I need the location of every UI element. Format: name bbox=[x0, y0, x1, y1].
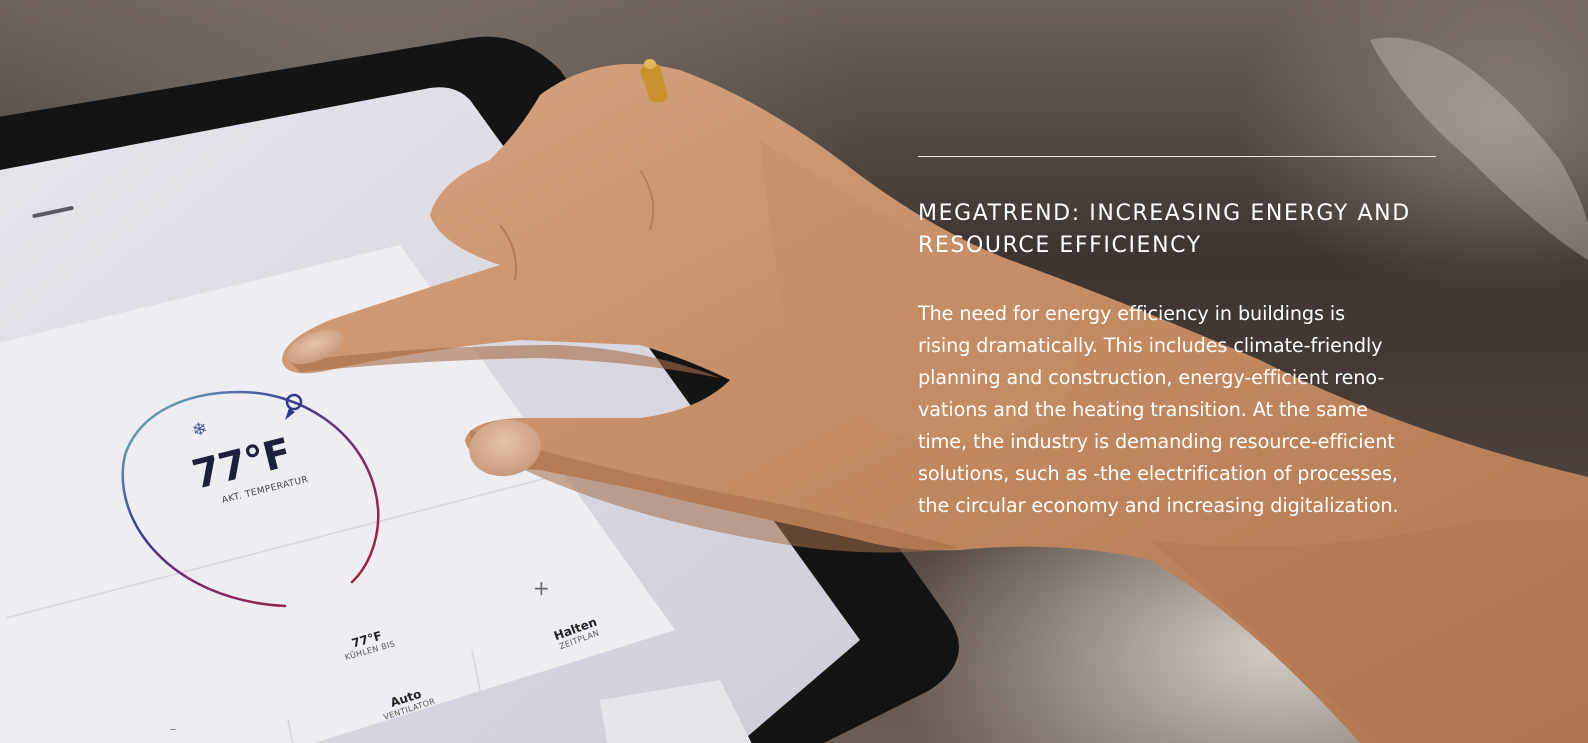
body-line: solutions, such as -the electrification … bbox=[918, 462, 1398, 485]
divider-rule bbox=[918, 156, 1436, 157]
body-line: The need for energy efficiency in buildi… bbox=[918, 302, 1346, 325]
body-line: the circular economy and increasing digi… bbox=[918, 494, 1399, 517]
article-headline: MEGATREND: INCREASING ENERGY AND RESOURC… bbox=[918, 198, 1438, 262]
hero-image-scene: + ❄ 77°F AKT. TEMPERATUR 77°F KÜHLEN BIS… bbox=[0, 0, 1588, 743]
body-line: time, the industry is demanding resource… bbox=[918, 430, 1395, 453]
body-line: vations and the heating transition. At t… bbox=[918, 398, 1368, 421]
increase-temperature-symbol[interactable]: + bbox=[533, 576, 550, 600]
article-body: The need for energy efficiency in buildi… bbox=[918, 298, 1438, 522]
article-text-block: MEGATREND: INCREASING ENERGY AND RESOURC… bbox=[918, 156, 1438, 522]
headline-line: MEGATREND: INCREASING ENERGY AND bbox=[918, 201, 1411, 226]
body-line: rising dramatically. This includes clima… bbox=[918, 334, 1383, 357]
body-line: planning and construction, energy-effici… bbox=[918, 366, 1385, 389]
decrease-fan-symbol[interactable]: – bbox=[170, 722, 176, 736]
headline-line: RESOURCE EFFICIENCY bbox=[918, 233, 1202, 258]
